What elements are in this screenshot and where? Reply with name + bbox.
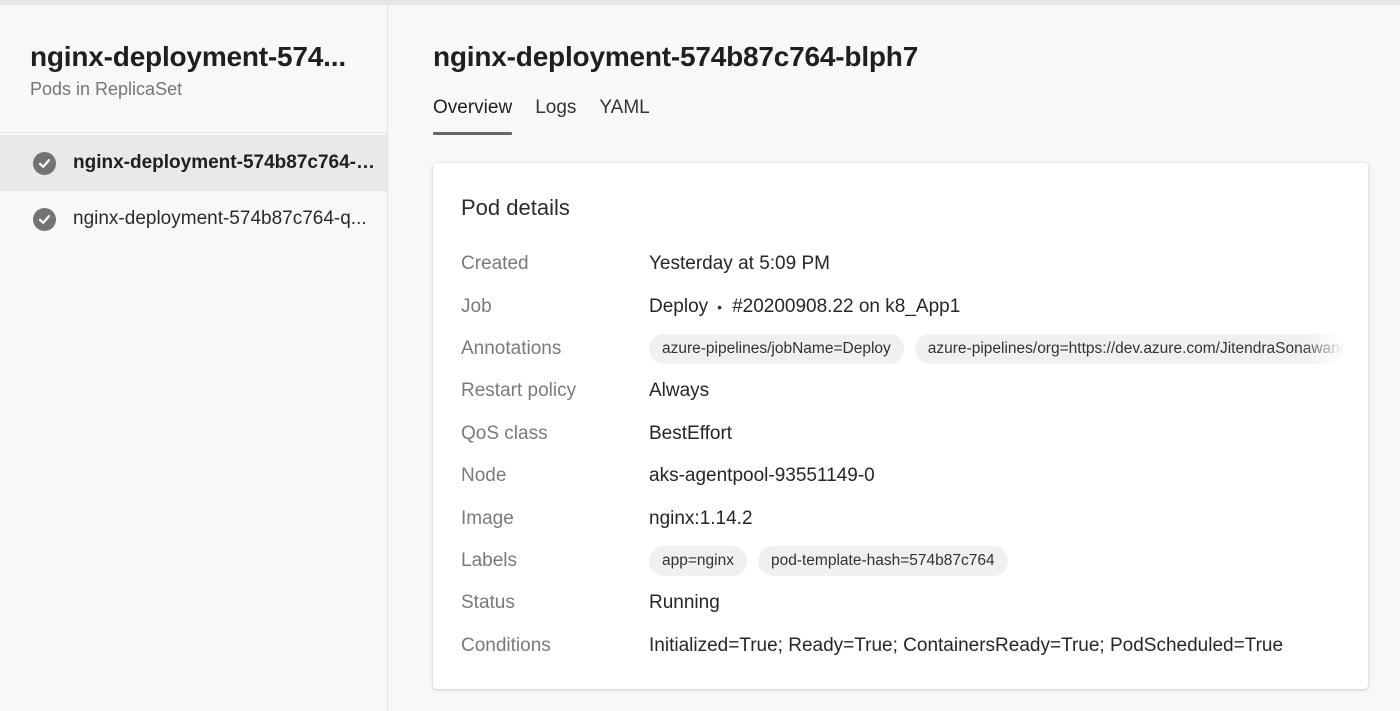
- sidebar-title: nginx-deployment-574...: [30, 41, 346, 72]
- tab-overview[interactable]: Overview: [433, 97, 513, 135]
- tab-yaml[interactable]: YAML: [599, 97, 649, 135]
- annotations-value: azure-pipelines/jobName=Deploy azure-pip…: [649, 333, 1356, 364]
- labels-label: Labels: [461, 549, 517, 571]
- detail-row-image: Image nginx:1.14.2: [461, 497, 1361, 539]
- detail-row-restart-policy: Restart policy Always: [461, 370, 1361, 412]
- sidebar: nginx-deployment-574... Pods in ReplicaS…: [0, 5, 388, 711]
- detail-row-created: Created Yesterday at 5:09 PM: [461, 243, 1361, 285]
- label-chip: pod-template-hash=574b87c764: [757, 545, 1008, 576]
- job-run-link[interactable]: #20200908.22 on k8_App1: [732, 296, 960, 318]
- pod-list-item[interactable]: nginx-deployment-574b87c764-b...: [0, 135, 387, 191]
- created-value: Yesterday at 5:09 PM: [649, 253, 830, 275]
- tab-logs[interactable]: Logs: [535, 97, 576, 135]
- pod-list: nginx-deployment-574b87c764-b... nginx-d…: [0, 135, 387, 247]
- annotation-chip: azure-pipelines/org=https://dev.azure.co…: [914, 333, 1345, 364]
- detail-row-conditions: Conditions Initialized=True; Ready=True;…: [461, 625, 1361, 667]
- check-circle-icon: [33, 207, 56, 231]
- status-value: Running: [649, 592, 720, 614]
- qos-class-value: BestEffort: [649, 422, 733, 444]
- restart-policy-label: Restart policy: [461, 380, 577, 402]
- tab-bar: Overview Logs YAML: [433, 97, 673, 135]
- image-label: Image: [461, 507, 514, 529]
- detail-row-job: Job Deploy • #20200908.22 on k8_App1: [461, 285, 1361, 327]
- detail-row-labels: Labels app=nginx pod-template-hash=574b8…: [461, 540, 1361, 582]
- detail-row-annotations: Annotations azure-pipelines/jobName=Depl…: [461, 328, 1361, 370]
- pod-details-card: Pod details Created Yesterday at 5:09 PM…: [433, 163, 1368, 689]
- card-title: Pod details: [461, 195, 570, 220]
- sidebar-header: nginx-deployment-574... Pods in ReplicaS…: [0, 5, 387, 133]
- detail-row-node: Node aks-agentpool-93551149-0: [461, 455, 1361, 497]
- sidebar-subtitle: Pods in ReplicaSet: [30, 79, 183, 99]
- qos-class-label: QoS class: [461, 422, 548, 444]
- annotation-chip: azure-pipelines/jobName=Deploy: [649, 333, 904, 364]
- labels-value: app=nginx pod-template-hash=574b87c764: [649, 545, 1019, 576]
- details-rows: Created Yesterday at 5:09 PM Job Deploy …: [461, 243, 1361, 667]
- detail-row-qos-class: QoS class BestEffort: [461, 413, 1361, 455]
- job-separator: •: [717, 298, 723, 315]
- detail-row-status: Status Running: [461, 582, 1361, 624]
- image-value: nginx:1.14.2: [649, 507, 753, 529]
- check-circle-icon: [33, 151, 56, 175]
- pod-list-item-label: nginx-deployment-574b87c764-b...: [73, 152, 378, 173]
- page-title: nginx-deployment-574b87c764-blph7: [433, 41, 919, 72]
- pod-list-item-label: nginx-deployment-574b87c764-q...: [73, 208, 367, 229]
- job-value: Deploy • #20200908.22 on k8_App1: [649, 296, 960, 318]
- label-chip: app=nginx: [649, 545, 747, 576]
- job-label: Job: [461, 295, 492, 317]
- conditions-label: Conditions: [461, 634, 551, 656]
- node-value: aks-agentpool-93551149-0: [649, 465, 875, 487]
- main-panel: nginx-deployment-574b87c764-blph7 Overvi…: [389, 5, 1400, 711]
- pod-list-item[interactable]: nginx-deployment-574b87c764-q...: [0, 191, 387, 247]
- created-label: Created: [461, 253, 529, 275]
- node-label: Node: [461, 465, 507, 487]
- status-label: Status: [461, 592, 515, 614]
- job-name-link[interactable]: Deploy: [649, 296, 708, 318]
- conditions-value: Initialized=True; Ready=True; Containers…: [649, 634, 1284, 656]
- annotations-label: Annotations: [461, 337, 562, 359]
- restart-policy-value: Always: [649, 380, 710, 402]
